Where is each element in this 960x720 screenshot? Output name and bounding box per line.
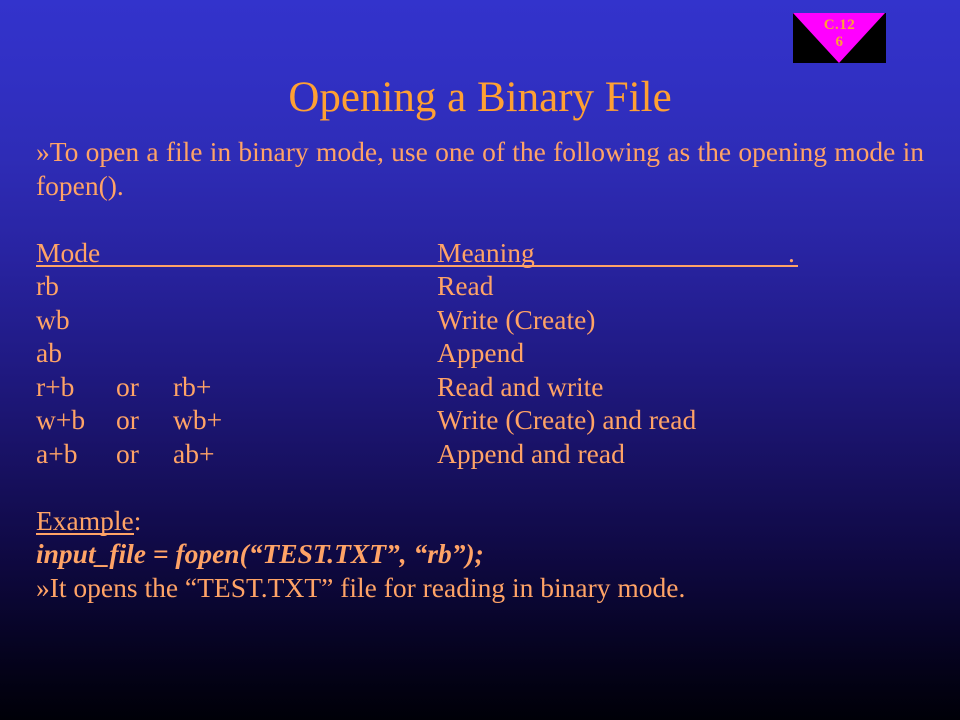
page-title: Opening a Binary File	[288, 74, 672, 121]
cell-meaning: Read	[437, 270, 494, 301]
table-header-row: Mode Meaning .	[36, 236, 924, 270]
cell-mode: ab	[36, 337, 62, 368]
cell-mode: w+b or wb+	[36, 404, 223, 435]
bullet-marker-intro: »	[36, 136, 50, 167]
example-note: »It opens the “TEST.TXT” file for readin…	[36, 571, 924, 605]
table-row: a+b or ab+ Append and read	[36, 437, 924, 471]
table-row: r+b or rb+ Read and write	[36, 370, 924, 404]
table-row: wb Write (Create)	[36, 303, 924, 337]
slide-canvas: C.12 6 Opening a Binary File »To open a …	[0, 0, 960, 720]
table-row: ab Append	[36, 336, 924, 370]
example-label-colon: :	[133, 504, 142, 536]
table-header-rule	[36, 264, 798, 267]
cell-mode: wb	[36, 303, 70, 335]
example-code: input_file = fopen(“TEST.TXT”, “rb”);	[36, 538, 484, 569]
intro-text: To open a file in binary mode, use one o…	[36, 136, 924, 201]
example-label-line: Example:	[36, 504, 924, 538]
intro-paragraph: »To open a file in binary mode, use one …	[36, 135, 924, 202]
chapter-badge-line2: 6	[835, 34, 844, 50]
cell-meaning: Append and read	[437, 437, 625, 469]
bullet-marker-note: »	[36, 571, 50, 603]
cell-meaning: Write (Create)	[437, 303, 596, 335]
cell-meaning: Append	[437, 337, 525, 368]
chapter-badge-line1: C.12	[823, 17, 856, 33]
slide-body: »To open a file in binary mode, use one …	[36, 135, 924, 604]
cell-mode: rb	[36, 270, 59, 301]
example-label: Example	[36, 504, 134, 536]
table-row: rb Read	[36, 269, 924, 303]
chapter-badge: C.12 6	[793, 13, 886, 63]
example-note-text: It opens the “TEST.TXT” file for reading…	[49, 571, 686, 603]
cell-meaning: Write (Create) and read	[437, 404, 697, 435]
cell-meaning: Read and write	[437, 370, 604, 402]
table-row: w+b or wb+ Write (Create) and read	[36, 403, 924, 437]
cell-mode: a+b or ab+	[36, 437, 215, 469]
cell-mode: r+b or rb+	[36, 370, 212, 402]
